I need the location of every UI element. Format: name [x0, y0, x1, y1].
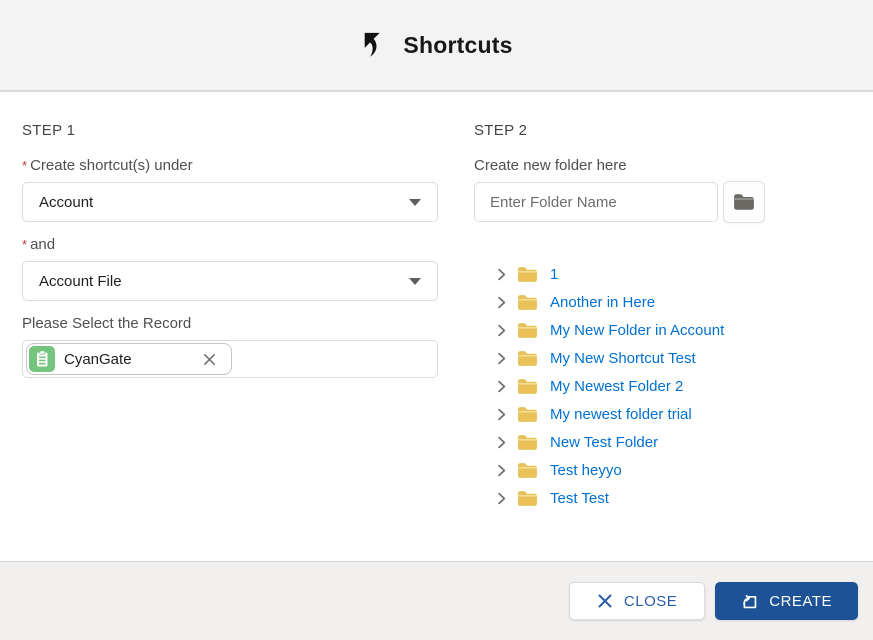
folder-icon [517, 434, 538, 451]
chevron-right-icon[interactable] [495, 408, 508, 421]
folder-tree-item[interactable]: Another in Here [495, 288, 858, 316]
modal-header: Shortcuts [0, 0, 873, 92]
folder-icon [733, 193, 755, 211]
folder-link[interactable]: My New Shortcut Test [550, 350, 696, 367]
chevron-right-icon[interactable] [495, 268, 508, 281]
step2-heading: STEP 2 [474, 122, 858, 139]
chevron-right-icon[interactable] [495, 464, 508, 477]
modal-footer: CLOSE CREATE [0, 561, 873, 640]
folder-icon [517, 462, 538, 479]
page-title: Shortcuts [403, 32, 512, 59]
close-icon [597, 593, 613, 609]
remove-record-button[interactable] [200, 350, 219, 369]
file-field-label: *and [22, 236, 438, 253]
close-button-label: CLOSE [624, 593, 677, 610]
folder-icon [517, 350, 538, 367]
record-clipboard-icon [29, 346, 55, 372]
shortcut-box-icon [741, 593, 758, 610]
folder-icon [517, 322, 538, 339]
record-field-label: Please Select the Record [22, 315, 438, 332]
record-pill[interactable]: CyanGate [26, 343, 232, 375]
folder-link[interactable]: Test heyyo [550, 462, 622, 479]
object-select-value: Account [39, 194, 93, 211]
file-type-select-value: Account File [39, 273, 122, 290]
folder-tree-item[interactable]: My newest folder trial [495, 400, 858, 428]
folder-link[interactable]: My newest folder trial [550, 406, 692, 423]
folder-link[interactable]: 1 [550, 266, 558, 283]
folder-name-input[interactable] [474, 182, 718, 222]
required-marker: * [22, 237, 27, 252]
create-button[interactable]: CREATE [715, 582, 858, 620]
close-icon [202, 352, 217, 367]
chevron-right-icon[interactable] [495, 380, 508, 393]
record-pill-label: CyanGate [64, 351, 132, 368]
folder-icon [517, 406, 538, 423]
folder-tree-item[interactable]: My New Shortcut Test [495, 344, 858, 372]
folder-tree-item[interactable]: Test Test [495, 484, 858, 512]
folder-icon [517, 266, 538, 283]
object-select[interactable]: Account [22, 182, 438, 222]
chevron-right-icon[interactable] [495, 296, 508, 309]
folder-link[interactable]: Test Test [550, 490, 609, 507]
folder-link[interactable]: Another in Here [550, 294, 655, 311]
object-field-label: *Create shortcut(s) under [22, 157, 438, 174]
folder-icon [517, 378, 538, 395]
step1-section: STEP 1 *Create shortcut(s) under Account… [22, 122, 438, 561]
shortcut-arrow-icon [360, 29, 390, 61]
folder-link[interactable]: My New Folder in Account [550, 322, 724, 339]
chevron-down-icon [409, 278, 421, 285]
chevron-down-icon [409, 199, 421, 206]
step1-heading: STEP 1 [22, 122, 438, 139]
file-type-select[interactable]: Account File [22, 261, 438, 301]
folder-tree-item[interactable]: New Test Folder [495, 428, 858, 456]
record-lookup-field[interactable]: CyanGate [22, 340, 438, 378]
folder-tree-item[interactable]: Test heyyo [495, 456, 858, 484]
chevron-right-icon[interactable] [495, 492, 508, 505]
chevron-right-icon[interactable] [495, 324, 508, 337]
required-marker: * [22, 158, 27, 173]
new-folder-label: Create new folder here [474, 157, 858, 174]
close-button[interactable]: CLOSE [569, 582, 705, 620]
folder-tree-item[interactable]: My New Folder in Account [495, 316, 858, 344]
folder-link[interactable]: New Test Folder [550, 434, 658, 451]
folder-tree-item[interactable]: 1 [495, 260, 858, 288]
shortcuts-modal: Shortcuts STEP 1 *Create shortcut(s) und… [0, 0, 873, 640]
folder-icon [517, 294, 538, 311]
chevron-right-icon[interactable] [495, 436, 508, 449]
chevron-right-icon[interactable] [495, 352, 508, 365]
create-folder-button[interactable] [723, 181, 765, 223]
folder-tree: 1 [474, 260, 858, 512]
folder-link[interactable]: My Newest Folder 2 [550, 378, 683, 395]
create-button-label: CREATE [769, 593, 832, 610]
folder-icon [517, 490, 538, 507]
modal-body: STEP 1 *Create shortcut(s) under Account… [0, 92, 873, 561]
step2-section: STEP 2 Create new folder here [474, 122, 858, 561]
folder-tree-item[interactable]: My Newest Folder 2 [495, 372, 858, 400]
